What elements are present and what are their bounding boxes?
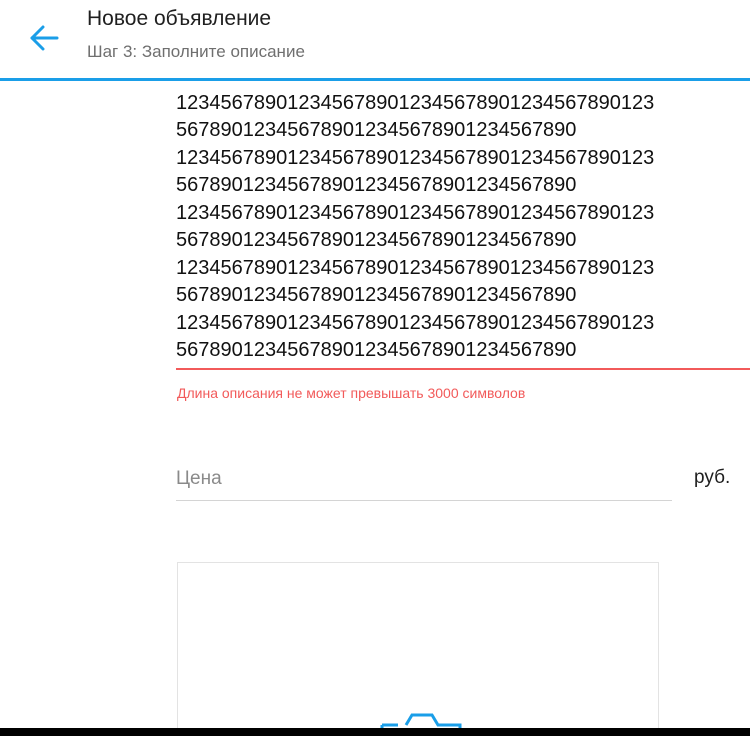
currency-label: руб. [694, 467, 731, 488]
screen: Новое объявление Шаг 3: Заполните описан… [0, 0, 750, 736]
back-button[interactable] [22, 18, 66, 58]
description-error: Длина описания не может превышать 3000 с… [177, 385, 526, 401]
page-subtitle: Шаг 3: Заполните описание [87, 42, 305, 61]
description-underline [176, 368, 750, 370]
description-text[interactable]: 567890123456789012345678901234567890 123… [176, 62, 750, 365]
app-bar-divider [0, 78, 750, 81]
description-field[interactable]: 567890123456789012345678901234567890 123… [176, 62, 750, 368]
app-bar: Новое объявление Шаг 3: Заполните описан… [0, 0, 750, 78]
price-input[interactable] [176, 462, 672, 501]
add-photo-area[interactable] [177, 562, 659, 736]
page-title: Новое объявление [87, 7, 272, 30]
arrow-left-icon [30, 25, 59, 51]
system-nav-bar [0, 728, 750, 736]
